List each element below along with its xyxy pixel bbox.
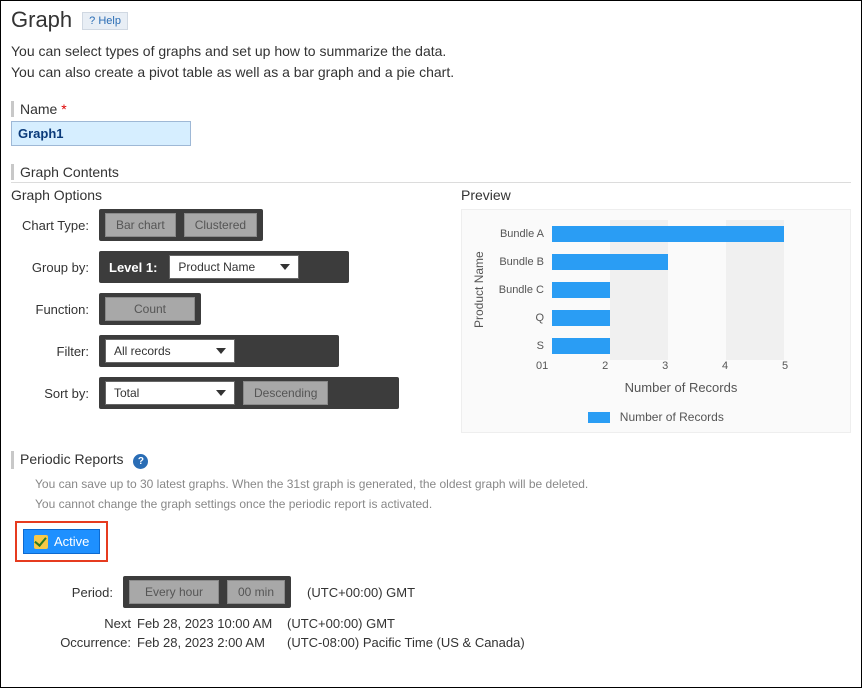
chart-xtick: 3 [662, 360, 722, 372]
chart-bar-row: Bundle A [486, 220, 842, 248]
chart-bar [552, 338, 610, 354]
graph-options-panel: Graph Options Chart Type: Bar chart Clus… [11, 187, 441, 433]
legend-text: Number of Records [620, 410, 724, 424]
periodic-heading: Periodic Reports [20, 451, 124, 467]
chart-bar-row: Q [486, 304, 842, 332]
chart-category-label: Bundle C [486, 284, 544, 296]
chart-bar-row: Bundle B [486, 248, 842, 276]
sort-by-group: Total Descending [99, 377, 399, 409]
period-group: Every hour 00 min [123, 576, 291, 608]
function-label: Function: [11, 302, 99, 317]
chart-bar [552, 226, 784, 242]
intro-text: You can select types of graphs and set u… [11, 41, 851, 83]
name-input[interactable] [11, 121, 191, 146]
chart-xtick: 4 [722, 360, 782, 372]
active-highlight: Active [15, 521, 108, 562]
periodic-heading-row: Periodic Reports ? [11, 451, 851, 469]
legend-swatch [588, 412, 610, 423]
divider [11, 182, 851, 183]
header: Graph ? Help [11, 7, 851, 35]
filter-label: Filter: [11, 344, 99, 359]
chart-bar [552, 282, 610, 298]
product-name-select[interactable]: Product Name [169, 255, 299, 279]
period-label: Period: [35, 585, 113, 600]
intro-line-1: You can select types of graphs and set u… [11, 41, 851, 62]
active-button[interactable]: Active [23, 529, 100, 554]
preview-heading: Preview [461, 187, 851, 203]
chevron-down-icon [216, 348, 226, 354]
required-marker: * [61, 101, 66, 117]
periodic-note-2: You cannot change the graph settings onc… [35, 495, 851, 513]
chart-bar [552, 310, 610, 326]
chart-category-label: Q [486, 312, 544, 324]
graph-settings-window: Graph ? Help You can select types of gra… [0, 0, 862, 688]
sort-select[interactable]: Total [105, 381, 235, 405]
chart-type-clustered-button[interactable]: Clustered [184, 213, 257, 237]
chevron-down-icon [216, 390, 226, 396]
chart-xtick: 1 [542, 360, 602, 372]
help-icon[interactable]: ? [133, 454, 148, 469]
chart-category-label: Bundle A [486, 228, 544, 240]
chart-xtick: 2 [602, 360, 662, 372]
name-label-row: Name * [11, 101, 851, 117]
filter-group: All records [99, 335, 339, 367]
chart-type-label: Chart Type: [11, 218, 99, 233]
intro-line-2: You can also create a pivot table as wel… [11, 62, 851, 83]
filter-select[interactable]: All records [105, 339, 235, 363]
occurrence-grid: Next Feb 28, 2023 10:00 AM (UTC+00:00) G… [47, 616, 851, 650]
chart-ylabel: Product Name [470, 220, 486, 360]
preview-panel: Preview Product Name Bundle A Bundle B Bun… [461, 187, 851, 433]
period-minutes-button[interactable]: 00 min [227, 580, 285, 604]
name-label: Name [20, 101, 57, 117]
group-by-group: Level 1: Product Name [99, 251, 349, 283]
chart-type-barchart-button[interactable]: Bar chart [105, 213, 176, 237]
chart-category-label: S [486, 340, 544, 352]
occurrence-timezone: (UTC-08:00) Pacific Time (US & Canada) [287, 635, 851, 650]
sort-by-label: Sort by: [11, 386, 99, 401]
chart-type-group: Bar chart Clustered [99, 209, 263, 241]
sort-select-value: Total [114, 386, 139, 400]
chevron-down-icon [280, 264, 290, 270]
chart-bar-row: S [486, 332, 842, 360]
group-by-label: Group by: [11, 260, 99, 275]
chart-preview: Product Name Bundle ABundle BBundle CQS … [461, 209, 851, 433]
next-timezone: (UTC+00:00) GMT [287, 616, 851, 631]
filter-select-value: All records [114, 344, 171, 358]
period-timezone: (UTC+00:00) GMT [307, 585, 415, 600]
sort-direction-button[interactable]: Descending [243, 381, 328, 405]
occurrence-datetime: Feb 28, 2023 2:00 AM [137, 635, 287, 650]
chart-xtick: 5 [782, 360, 842, 372]
page-title: Graph [11, 7, 72, 33]
check-icon [34, 535, 48, 549]
graph-options-heading: Graph Options [11, 187, 441, 203]
product-name-select-value: Product Name [178, 260, 255, 274]
name-field: Name * [11, 101, 851, 146]
periodic-reports-section: Periodic Reports ? You can save up to 30… [11, 451, 851, 650]
graph-contents-heading: Graph Contents [11, 164, 851, 180]
level1-label: Level 1: [105, 260, 161, 275]
chart-bar [552, 254, 668, 270]
chart-legend: Number of Records [470, 409, 842, 424]
occurrence-label: Occurrence: [47, 635, 137, 650]
function-count-button[interactable]: Count [105, 297, 195, 321]
chart-xlabel: Number of Records [520, 380, 842, 395]
help-button[interactable]: ? Help [82, 12, 128, 30]
chart-bar-row: Bundle C [486, 276, 842, 304]
next-datetime: Feb 28, 2023 10:00 AM [137, 616, 287, 631]
function-group: Count [99, 293, 201, 325]
chart-category-label: Bundle B [486, 256, 544, 268]
next-label: Next [47, 616, 137, 631]
active-button-label: Active [54, 534, 89, 549]
periodic-note-1: You can save up to 30 latest graphs. Whe… [35, 475, 851, 493]
period-frequency-button[interactable]: Every hour [129, 580, 219, 604]
